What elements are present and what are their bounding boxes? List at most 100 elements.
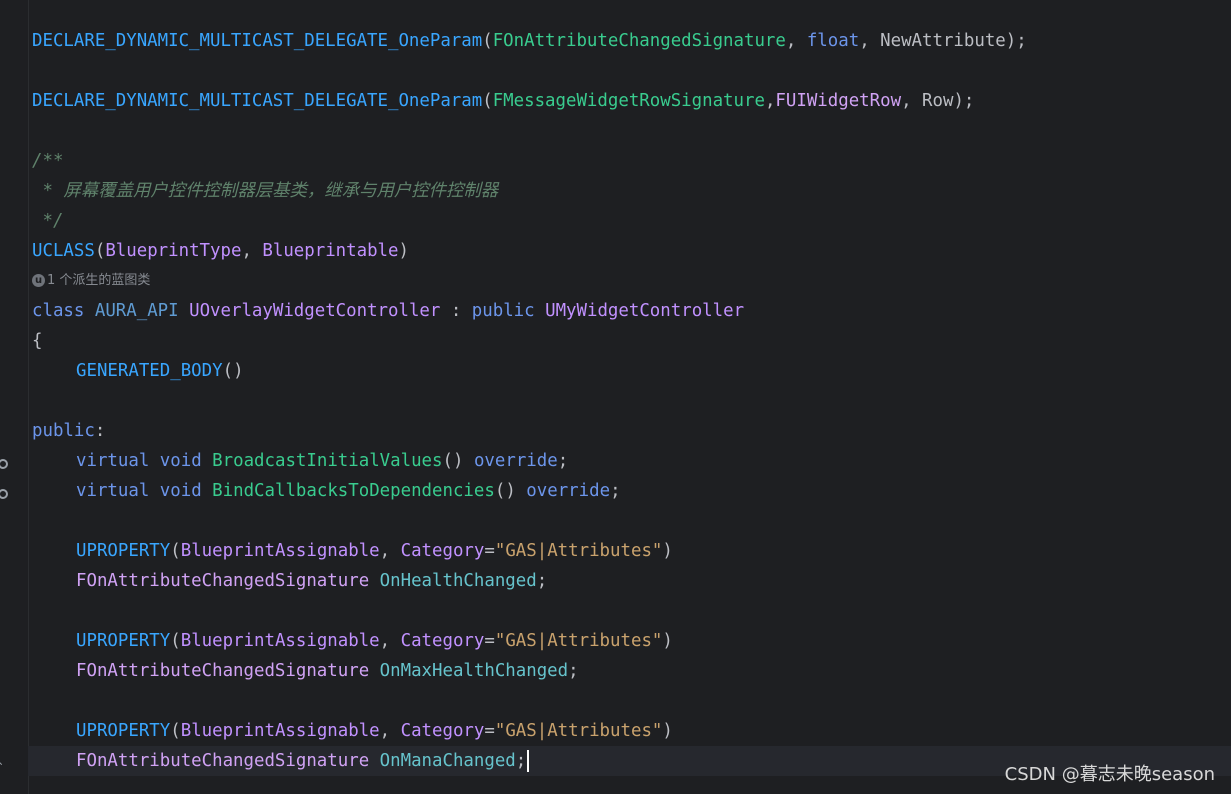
- property-type: FOnAttributeChangedSignature: [76, 751, 370, 771]
- uproperty-specifier: BlueprintAssignable: [180, 541, 380, 561]
- category-value: "GAS|Attributes": [494, 541, 663, 561]
- uclass-macro: UCLASS: [32, 241, 95, 261]
- override-keyword: override: [473, 451, 558, 471]
- property-name: OnHealthChanged: [379, 571, 537, 591]
- code-line: DECLARE_DYNAMIC_MULTICAST_DELEGATE_OnePa…: [32, 86, 1231, 116]
- doc-comment-close: */: [32, 211, 64, 231]
- category-key: Category: [400, 721, 485, 741]
- punct: ,: [379, 541, 401, 561]
- punct: :: [94, 421, 106, 441]
- punct: ): [662, 631, 673, 651]
- code-line: public:: [32, 416, 1231, 446]
- open-brace: {: [32, 331, 43, 351]
- code-area[interactable]: DECLARE_DYNAMIC_MULTICAST_DELEGATE_OnePa…: [28, 26, 1231, 776]
- access-keyword: public: [471, 301, 535, 321]
- code-line: FOnAttributeChangedSignature OnMaxHealth…: [32, 656, 1231, 686]
- return-type: void: [159, 481, 202, 501]
- virtual-keyword: virtual: [76, 481, 150, 501]
- punct: (): [442, 451, 464, 471]
- code-line: UPROPERTY(BlueprintAssignable, Category=…: [32, 626, 1231, 656]
- param-name: Row: [922, 91, 954, 111]
- category-value: "GAS|Attributes": [494, 631, 663, 651]
- class-keyword: class: [32, 301, 85, 321]
- base-class-name: UMyWidgetController: [545, 301, 745, 321]
- punct: (: [94, 241, 106, 261]
- punct: (): [222, 361, 244, 381]
- property-name: OnMaxHealthChanged: [379, 661, 569, 681]
- generated-body-macro: GENERATED_BODY: [76, 361, 223, 381]
- property-type: FOnAttributeChangedSignature: [76, 661, 370, 681]
- punct: (): [494, 481, 516, 501]
- text-cursor: [527, 750, 530, 772]
- override-gutter-icon[interactable]: [0, 459, 8, 469]
- punct: ): [662, 721, 673, 741]
- delegate-macro: DECLARE_DYNAMIC_MULTICAST_DELEGATE_OnePa…: [32, 91, 483, 111]
- hint-text: 1 个派生的蓝图类: [47, 273, 151, 288]
- doc-comment-body: * 屏幕覆盖用户控件控制器层基类，继承与用户控件控制器: [32, 181, 499, 201]
- category-key: Category: [400, 541, 485, 561]
- code-line: class AURA_API UOverlayWidgetController …: [32, 296, 1231, 326]
- punct: :: [440, 301, 472, 321]
- edit-marker-icon: ↖: [0, 755, 8, 767]
- uclass-specifier: BlueprintType: [105, 241, 242, 261]
- code-line: DECLARE_DYNAMIC_MULTICAST_DELEGATE_OnePa…: [32, 26, 1231, 56]
- delegate-signature-name: FOnAttributeChangedSignature: [492, 31, 786, 51]
- punct: (: [170, 541, 181, 561]
- code-line: virtual void BindCallbacksToDependencies…: [32, 476, 1231, 506]
- editor-gutter[interactable]: ↖: [0, 0, 29, 794]
- property-name: OnManaChanged: [379, 751, 516, 771]
- code-line: virtual void BroadcastInitialValues() ov…: [32, 446, 1231, 476]
- code-line: GENERATED_BODY(): [32, 356, 1231, 386]
- code-editor[interactable]: ↖ DECLARE_DYNAMIC_MULTICAST_DELEGATE_One…: [0, 0, 1231, 794]
- punct: (: [170, 721, 181, 741]
- punct: (: [482, 31, 493, 51]
- punct: ;: [568, 661, 579, 681]
- punct: (: [482, 91, 493, 111]
- delegate-signature-name: FMessageWidgetRowSignature: [492, 91, 765, 111]
- punct: =: [484, 721, 495, 741]
- punct: ,: [379, 721, 401, 741]
- code-line: UPROPERTY(BlueprintAssignable, Category=…: [32, 536, 1231, 566]
- category-key: Category: [400, 631, 485, 651]
- watermark: CSDN @暮志未晚season: [1004, 764, 1215, 785]
- method-name: BindCallbacksToDependencies: [212, 481, 495, 501]
- param-type: float: [806, 31, 860, 51]
- punct: ,: [764, 91, 776, 111]
- delegate-macro: DECLARE_DYNAMIC_MULTICAST_DELEGATE_OnePa…: [32, 31, 483, 51]
- punct: ;: [557, 451, 569, 471]
- punct: ;: [610, 481, 621, 501]
- derived-blueprints-hint[interactable]: u1 个派生的蓝图类: [32, 266, 1231, 296]
- class-name: UOverlayWidgetController: [189, 301, 441, 321]
- code-line: UCLASS(BlueprintType, Blueprintable): [32, 236, 1231, 266]
- override-gutter-icon[interactable]: [0, 489, 8, 499]
- property-type: FOnAttributeChangedSignature: [76, 571, 370, 591]
- category-value: "GAS|Attributes": [494, 721, 663, 741]
- punct: );: [953, 91, 975, 111]
- unreal-icon: u: [32, 274, 45, 287]
- punct: =: [484, 631, 495, 651]
- punct: =: [484, 541, 495, 561]
- return-type: void: [159, 451, 202, 471]
- punct: ): [398, 241, 409, 261]
- uproperty-macro: UPROPERTY: [76, 721, 171, 741]
- uproperty-specifier: BlueprintAssignable: [180, 631, 380, 651]
- punct: ;: [515, 751, 527, 771]
- uproperty-macro: UPROPERTY: [76, 631, 171, 651]
- api-macro: AURA_API: [94, 301, 179, 321]
- param-name: NewAttribute: [880, 31, 1006, 51]
- virtual-keyword: virtual: [76, 451, 150, 471]
- uproperty-macro: UPROPERTY: [76, 541, 171, 561]
- uclass-specifier: Blueprintable: [262, 241, 399, 261]
- punct: ,: [785, 31, 807, 51]
- punct: );: [1005, 31, 1027, 51]
- code-line: FOnAttributeChangedSignature OnHealthCha…: [32, 566, 1231, 596]
- code-line: UPROPERTY(BlueprintAssignable, Category=…: [32, 716, 1231, 746]
- doc-comment-open: /**: [32, 151, 64, 171]
- punct: ,: [379, 631, 401, 651]
- punct: ,: [859, 31, 881, 51]
